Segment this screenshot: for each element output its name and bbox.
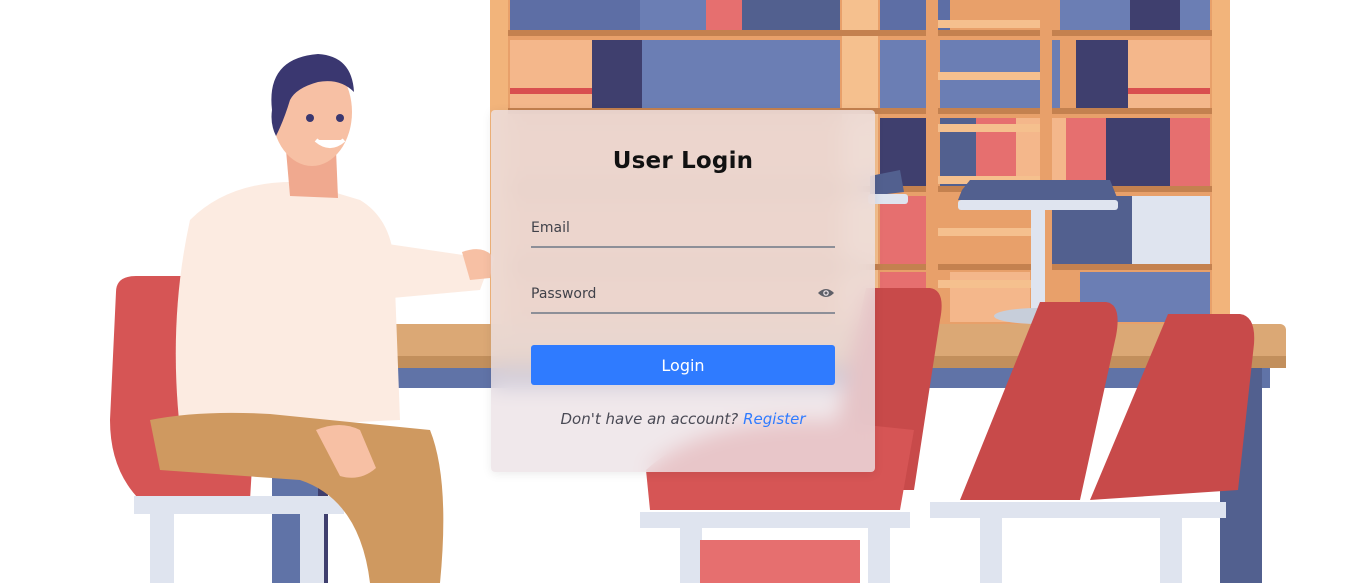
login-title: User Login (612, 148, 754, 174)
password-field (531, 276, 835, 314)
login-card: User Login Login Don't have an account? … (491, 110, 875, 472)
password-input[interactable] (531, 282, 801, 306)
register-link[interactable]: Register (743, 410, 805, 428)
register-prompt: Don't have an account? Register (491, 410, 875, 428)
email-input[interactable] (531, 216, 801, 240)
email-field (531, 210, 835, 248)
register-prompt-text: Don't have an account? (560, 410, 739, 428)
man-illustration (110, 54, 494, 583)
login-button[interactable]: Login (531, 345, 835, 385)
eye-icon[interactable] (817, 284, 835, 302)
